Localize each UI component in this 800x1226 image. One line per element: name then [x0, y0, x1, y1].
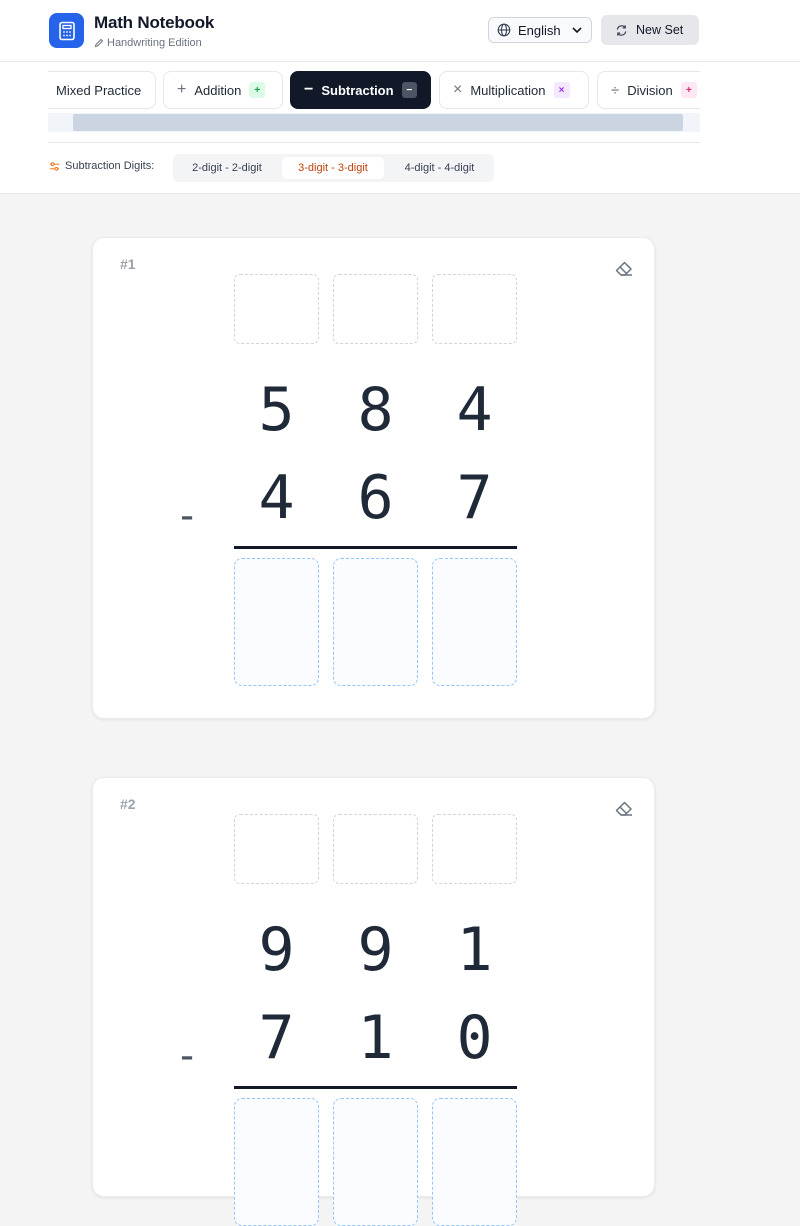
- tab-mixed-practice[interactable]: Mixed Practice: [48, 71, 156, 109]
- top-bar: Math Notebook Handwriting Edition Englis…: [0, 0, 800, 62]
- answer-box[interactable]: [432, 1098, 517, 1226]
- subtrahend-digit: 1: [357, 1003, 394, 1073]
- tabs-scrollbar[interactable]: [48, 113, 700, 132]
- new-set-button[interactable]: New Set: [601, 15, 699, 45]
- carry-box[interactable]: [333, 814, 418, 884]
- tab-addition[interactable]: + Addition +: [163, 71, 283, 109]
- digits-option-4[interactable]: 4-digit - 4-digit: [389, 157, 490, 179]
- eraser-icon[interactable]: [613, 258, 635, 278]
- digits-segmented-control: 2-digit - 2-digit 3-digit - 3-digit 4-di…: [173, 154, 494, 182]
- operation-tabs: Mixed Practice + Addition + − Subtractio…: [48, 71, 700, 111]
- answer-line: [234, 546, 517, 549]
- subtitle-text: Handwriting Edition: [107, 37, 202, 49]
- refresh-icon: [616, 24, 627, 36]
- minus-operator: -: [175, 493, 200, 539]
- app-header: Math Notebook Handwriting Edition Englis…: [0, 0, 800, 194]
- subtraction-badge: −: [401, 82, 417, 98]
- carry-box[interactable]: [432, 814, 517, 884]
- subtrahend-digit: 6: [357, 463, 394, 533]
- calculator-icon: [49, 13, 84, 48]
- pencil-icon: [94, 38, 104, 48]
- division-badge: +: [680, 82, 697, 98]
- tab-subtraction[interactable]: − Subtraction −: [290, 71, 431, 109]
- tab-division[interactable]: ÷ Division +: [597, 71, 700, 109]
- answer-line: [234, 1086, 517, 1089]
- multiplication-badge: ×: [553, 82, 570, 98]
- tab-label: Division: [627, 82, 673, 98]
- eraser-icon[interactable]: [613, 798, 635, 818]
- digits-option-2[interactable]: 2-digit - 2-digit: [177, 157, 277, 179]
- globe-icon: [497, 23, 511, 37]
- plus-icon: +: [177, 81, 187, 98]
- chevron-down-icon: [572, 27, 582, 34]
- subtraction-digits-label: Subtraction Digits:: [49, 160, 154, 172]
- language-label: English: [518, 22, 561, 38]
- problem-card: #1 5 8 4 - 4 6 7: [92, 237, 655, 719]
- carry-box[interactable]: [234, 274, 319, 344]
- tab-label: Subtraction: [321, 82, 394, 98]
- divide-icon: ÷: [611, 81, 620, 99]
- subtrahend-digit: 7: [456, 463, 493, 533]
- carry-box[interactable]: [234, 814, 319, 884]
- minuend-digit: 5: [258, 375, 295, 445]
- divider: [48, 142, 700, 143]
- minus-operator: -: [175, 1033, 200, 1079]
- times-icon: ×: [453, 81, 463, 98]
- tab-label: Mixed Practice: [56, 82, 142, 98]
- minuend-digit: 8: [357, 375, 394, 445]
- addition-badge: +: [249, 82, 266, 98]
- problem-number: #1: [120, 256, 136, 272]
- answer-box[interactable]: [432, 558, 517, 686]
- app-title: Math Notebook: [94, 13, 215, 32]
- answer-box[interactable]: [234, 1098, 319, 1226]
- subtrahend-digit: 7: [258, 1003, 295, 1073]
- tab-multiplication[interactable]: × Multiplication ×: [439, 71, 589, 109]
- carry-box[interactable]: [333, 274, 418, 344]
- subtrahend-digit: 4: [258, 463, 295, 533]
- minuend-digit: 9: [258, 915, 295, 985]
- subtrahend-digit: 0: [456, 1003, 493, 1073]
- carry-box[interactable]: [432, 274, 517, 344]
- answer-box[interactable]: [333, 1098, 418, 1226]
- minus-icon: −: [304, 81, 314, 98]
- problem-card: #2 9 9 1 - 7 1 0: [92, 777, 655, 1226]
- minuend-digit: 1: [456, 915, 493, 985]
- digits-label-text: Subtraction Digits:: [65, 160, 155, 172]
- new-set-label: New Set: [636, 23, 684, 37]
- sliders-icon: [49, 161, 60, 171]
- minuend-digit: 4: [456, 375, 493, 445]
- digits-option-3[interactable]: 3-digit - 3-digit: [282, 157, 384, 179]
- minuend-digit: 9: [357, 915, 394, 985]
- answer-box[interactable]: [333, 558, 418, 686]
- app-subtitle: Handwriting Edition: [94, 37, 202, 49]
- scrollbar-thumb[interactable]: [73, 114, 683, 131]
- tab-label: Multiplication: [470, 82, 546, 98]
- language-select[interactable]: English: [488, 17, 592, 43]
- answer-box[interactable]: [234, 558, 319, 686]
- problem-number: #2: [120, 796, 136, 812]
- tab-label: Addition: [194, 82, 242, 98]
